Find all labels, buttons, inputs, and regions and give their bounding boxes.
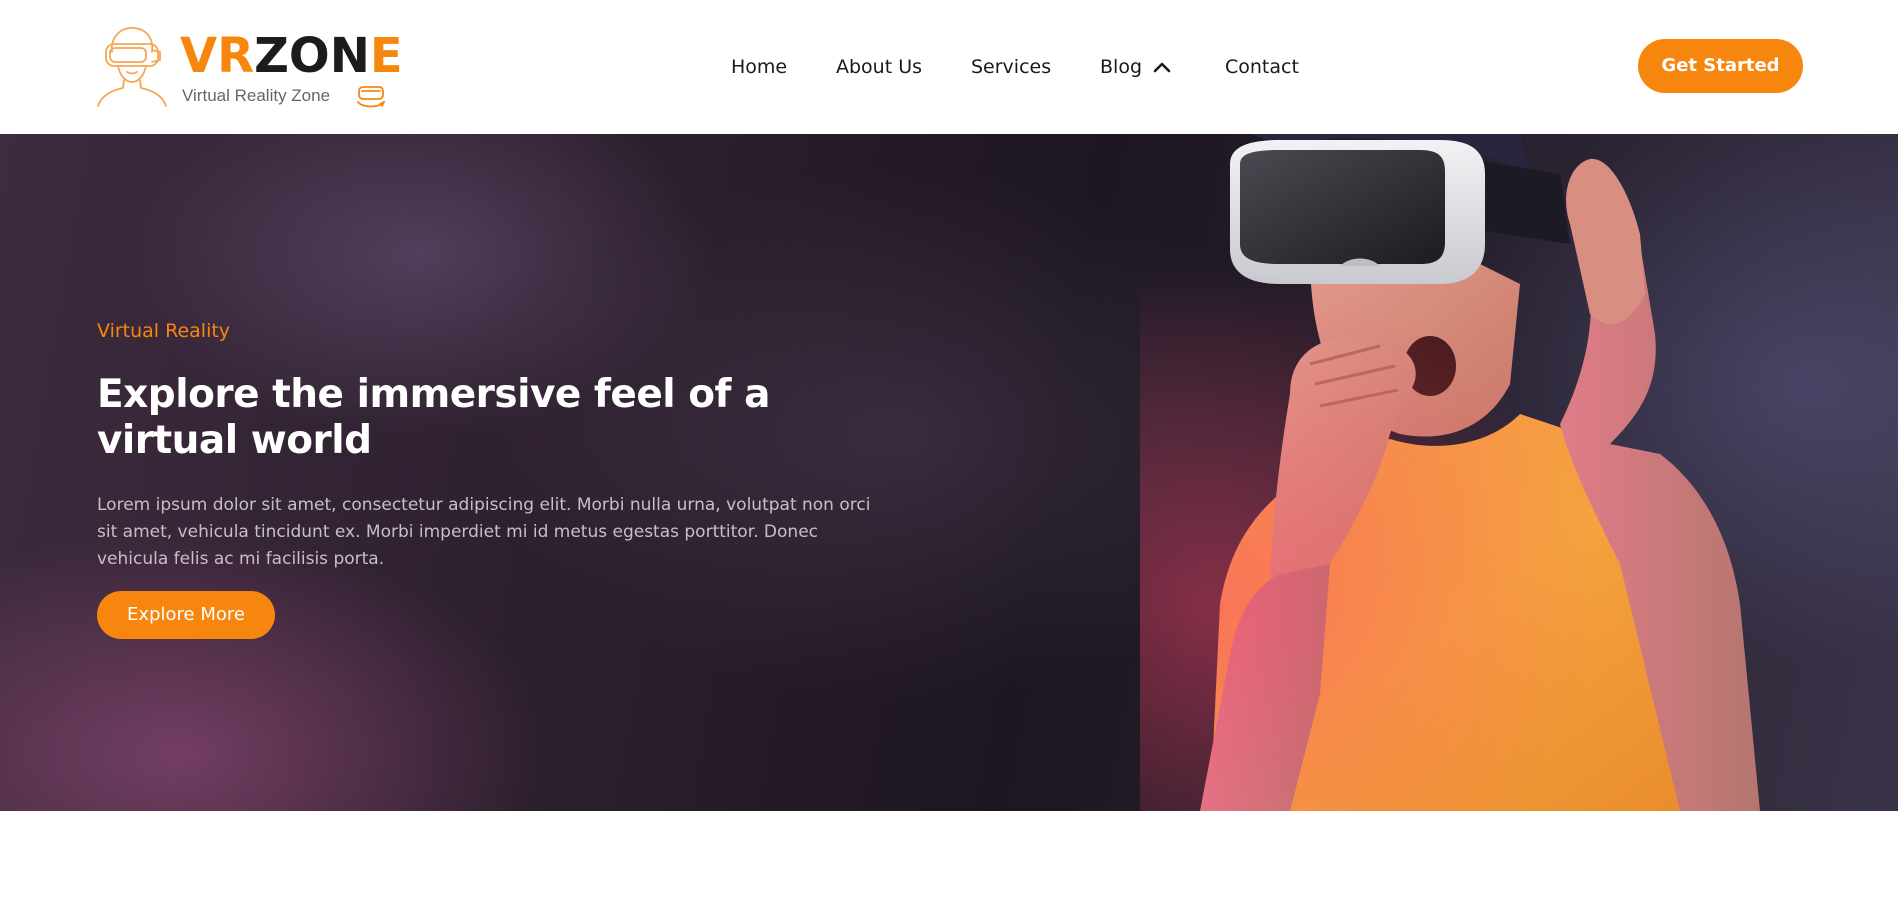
nav-item-contact[interactable]: Contact [1225, 52, 1299, 82]
main-nav: Home About Us Services Blog Contact [0, 52, 1898, 82]
vr-goggles-icon [357, 86, 385, 108]
nav-item-services[interactable]: Services [971, 52, 1051, 82]
page-content-below [0, 811, 1898, 919]
get-started-button[interactable]: Get Started [1638, 39, 1803, 93]
explore-more-button[interactable]: Explore More [97, 591, 275, 639]
hero-description: Lorem ipsum dolor sit amet, consectetur … [97, 495, 871, 569]
hero-section: Virtual Reality Explore the immersive fe… [0, 134, 1898, 811]
page: VRZONE Virtual Reality Zone Home About U… [0, 0, 1898, 919]
nav-item-blog[interactable]: Blog [1100, 52, 1142, 82]
logo-tagline: Virtual Reality Zone [182, 86, 331, 105]
hero-eyebrow: Virtual Reality [97, 320, 231, 342]
nav-item-about-us[interactable]: About Us [836, 52, 922, 82]
chevron-up-icon[interactable] [1152, 58, 1172, 76]
site-header: VRZONE Virtual Reality Zone Home About U… [0, 0, 1898, 134]
hero-title: Explore the immersive feel of a virtual … [97, 372, 770, 463]
man-wearing-vr-headset-photo [1140, 134, 1898, 811]
nav-item-home[interactable]: Home [731, 52, 787, 82]
